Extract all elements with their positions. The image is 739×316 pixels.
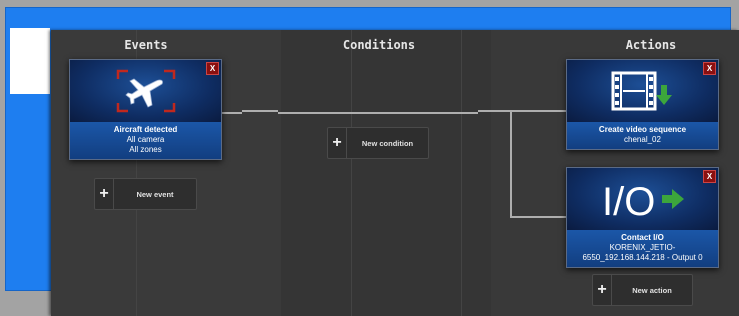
column-divider [461,30,462,316]
action-title: Contact I/O [621,233,664,242]
events-header: Events [124,38,168,52]
action-card-contact-io[interactable]: I/O X Contact I/O KORENIX_JETIO- 6550_19… [566,167,719,268]
film-icon [611,71,672,111]
new-event-label: New event [136,189,174,199]
new-action-button[interactable]: + New action [592,274,693,306]
event-card-aircraft-detected[interactable]: X Aircraft detected All camera All zones [69,59,222,160]
action-detail: KORENIX_JETIO- [609,243,676,252]
action-card-create-video-sequence[interactable]: X Create video sequence chenal_02 [566,59,719,150]
new-condition-button[interactable]: + New condition [327,127,429,159]
plus-icon: + [95,179,114,209]
connector-line [478,110,568,112]
connector-line [278,112,478,114]
plus-icon: + [328,128,347,158]
connector-line [242,110,278,112]
column-divider [351,30,352,316]
actions-header: Actions [625,38,677,52]
connector-line [222,112,242,114]
background-window-sidebar [10,28,50,94]
close-icon[interactable]: X [206,62,219,75]
action-detail: chenal_02 [624,135,661,144]
action-title: Create video sequence [598,125,687,134]
plus-icon: + [593,275,612,305]
new-event-button[interactable]: + New event [94,178,197,210]
event-detail: All zones [129,145,162,154]
conditions-header: Conditions [342,38,416,52]
action-detail: 6550_192.168.144.218 - Output 0 [582,253,703,262]
airplane-icon [116,69,175,113]
new-action-label: New action [632,285,672,295]
new-condition-label: New condition [361,138,414,148]
event-detail: All camera [126,135,165,144]
event-title: Aircraft detected [113,125,178,134]
close-icon[interactable]: X [703,170,716,183]
io-icon-text: I/O [602,180,655,223]
close-icon[interactable]: X [703,62,716,75]
io-icon: I/O [602,180,684,223]
scenario-editor-panel: Events Conditions Actions X Aircraft det… [51,30,739,316]
conditions-column [281,30,491,316]
connector-line [510,216,568,218]
connector-line [510,110,512,218]
